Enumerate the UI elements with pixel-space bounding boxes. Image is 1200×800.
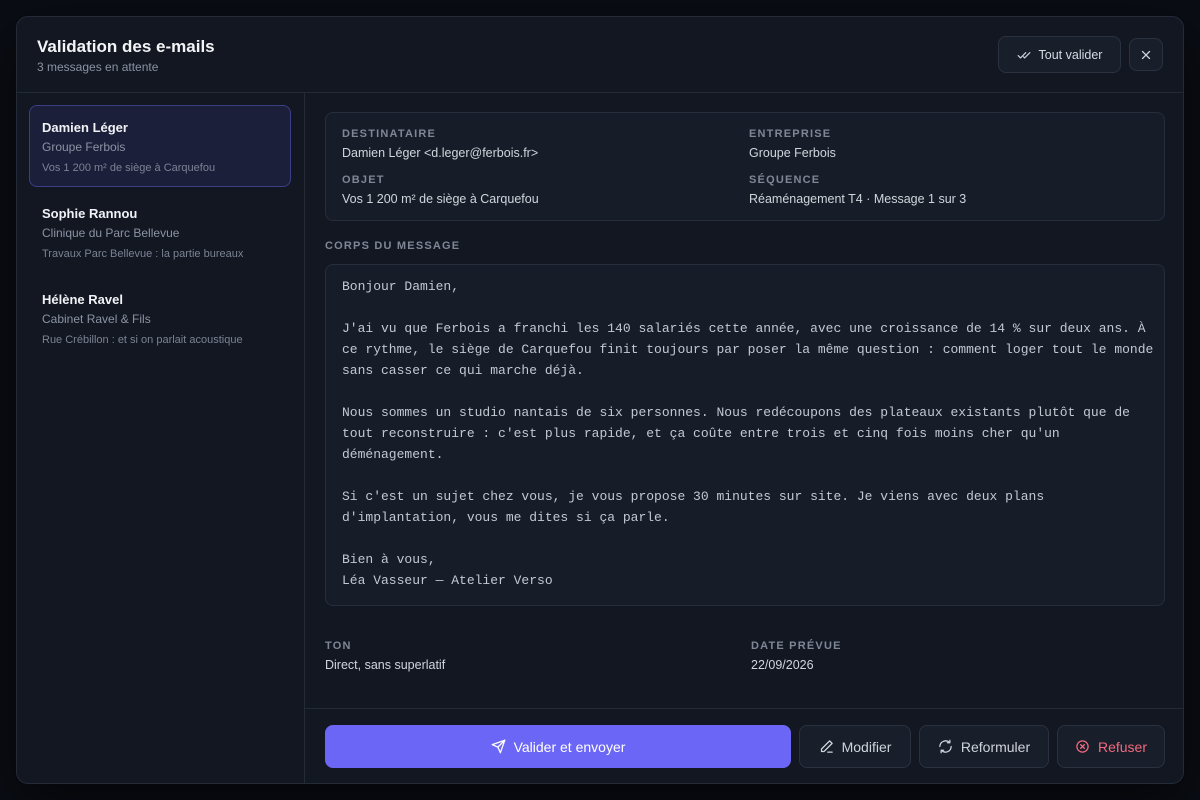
tone-value: Direct, sans superlatif xyxy=(325,658,446,672)
body-line: Nous sommes un studio nantais de six per… xyxy=(342,405,1130,420)
rephrase-label: Reformuler xyxy=(960,738,1031,755)
validate-all-label: Tout valider xyxy=(1038,47,1103,62)
email-validation-modal: Validation des e-mails 3 messages en att… xyxy=(16,16,1184,784)
body-line xyxy=(342,465,1148,486)
body-line xyxy=(342,297,1148,318)
message-metadata-card: DESTINATAIRE Damien Léger <d.leger@ferbo… xyxy=(325,112,1165,221)
reject-label: Refuser xyxy=(1097,738,1148,755)
message-subject: Rue Crébillon : et si on parlait acousti… xyxy=(42,334,243,346)
sequence-value: Réaménagement T4 · Message 1 sur 3 xyxy=(749,192,967,206)
date-value: 22/09/2026 xyxy=(751,658,814,672)
validate-send-label: Valider et envoyer xyxy=(513,738,626,755)
list-item[interactable]: Hélène Ravel Cabinet Ravel & Fils Rue Cr… xyxy=(29,277,291,359)
tone-field: TON Direct, sans superlatif xyxy=(325,640,445,672)
body-line: Si c'est un sujet chez vous, je vous pro… xyxy=(342,489,1045,504)
rephrase-button[interactable]: Reformuler xyxy=(919,725,1049,768)
subject-field: OBJET Vos 1 200 m² de siège à Carquefou xyxy=(342,174,539,206)
close-button[interactable] xyxy=(1129,38,1163,71)
body-line: d'implantation, vous me dites si ça parl… xyxy=(342,510,670,525)
recipient-value: Damien Léger <d.leger@ferbois.fr> xyxy=(342,146,539,160)
contact-name: Sophie Rannou xyxy=(42,206,138,221)
company-value: Groupe Ferbois xyxy=(749,146,836,160)
body-line: Léa Vasseur — Atelier Verso xyxy=(342,573,553,588)
list-item[interactable]: Damien Léger Groupe Ferbois Vos 1 200 m²… xyxy=(29,105,291,187)
date-label: DATE PRÉVUE xyxy=(751,640,842,652)
body-line xyxy=(342,381,1148,402)
validate-send-button[interactable]: Valider et envoyer xyxy=(325,725,791,768)
send-icon xyxy=(491,739,506,754)
message-detail: DESTINATAIRE Damien Léger <d.leger@ferbo… xyxy=(305,93,1183,783)
body-line: Bien à vous, xyxy=(342,552,436,567)
contact-name: Damien Léger xyxy=(42,120,128,135)
body-line: déménagement. xyxy=(342,447,444,462)
edit-button[interactable]: Modifier xyxy=(799,725,911,768)
edit-label: Modifier xyxy=(841,738,892,755)
contact-company: Clinique du Parc Bellevue xyxy=(42,226,180,240)
modal-title: Validation des e-mails xyxy=(37,37,215,56)
body-section-label: CORPS DU MESSAGE xyxy=(325,240,461,252)
contact-company: Groupe Ferbois xyxy=(42,140,126,154)
contact-company: Cabinet Ravel & Fils xyxy=(42,312,151,326)
action-bar: Valider et envoyer Modifier Reformuler R… xyxy=(305,708,1183,783)
sequence-label: SÉQUENCE xyxy=(749,174,821,186)
sequence-field: SÉQUENCE Réaménagement T4 · Message 1 su… xyxy=(749,174,966,206)
body-line: sans casser ce qui marche déjà. xyxy=(342,363,584,378)
body-line xyxy=(342,528,1148,549)
tone-label: TON xyxy=(325,640,352,652)
pencil-icon xyxy=(819,739,834,754)
message-subject: Travaux Parc Bellevue : la partie bureau… xyxy=(42,248,244,260)
recipient-field: DESTINATAIRE Damien Léger <d.leger@ferbo… xyxy=(342,128,538,160)
pending-count: 3 messages en attente xyxy=(37,60,159,74)
list-item[interactable]: Sophie Rannou Clinique du Parc Bellevue … xyxy=(29,191,291,273)
body-line: J'ai vu que Ferbois a franchi les 140 sa… xyxy=(342,321,1146,336)
subject-value: Vos 1 200 m² de siège à Carquefou xyxy=(342,192,539,206)
close-icon xyxy=(1139,48,1153,62)
subject-label: OBJET xyxy=(342,174,385,186)
modal-header: Validation des e-mails 3 messages en att… xyxy=(17,17,1183,93)
body-line: Bonjour Damien, xyxy=(342,279,460,294)
message-body[interactable]: Bonjour Damien, J'ai vu que Ferbois a fr… xyxy=(325,264,1165,606)
message-list: Damien Léger Groupe Ferbois Vos 1 200 m²… xyxy=(17,93,305,783)
company-label: ENTREPRISE xyxy=(749,128,832,140)
company-field: ENTREPRISE Groupe Ferbois xyxy=(749,128,836,160)
body-line: ce rythme, le siège de Carquefou finit t… xyxy=(342,342,1154,357)
double-check-icon xyxy=(1017,48,1031,62)
validate-all-button[interactable]: Tout valider xyxy=(998,36,1121,73)
refresh-icon xyxy=(938,739,953,754)
body-line: tout reconstruire : c'est plus rapide, e… xyxy=(342,426,1060,441)
reject-button[interactable]: Refuser xyxy=(1057,725,1165,768)
x-circle-icon xyxy=(1075,739,1090,754)
recipient-label: DESTINATAIRE xyxy=(342,128,437,140)
contact-name: Hélène Ravel xyxy=(42,292,123,307)
message-subject: Vos 1 200 m² de siège à Carquefou xyxy=(42,162,216,174)
date-field: DATE PRÉVUE 22/09/2026 xyxy=(751,640,842,672)
